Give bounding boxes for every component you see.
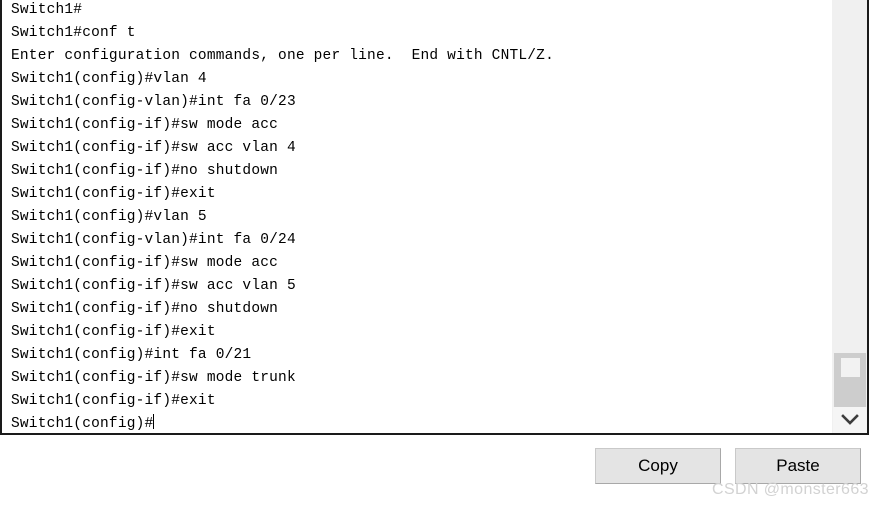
terminal-line: Switch1(config-vlan)#int fa 0/24 [11, 232, 296, 248]
watermark-text: CSDN @monster663 [712, 481, 869, 498]
terminal-line: Switch1(config-if)#exit [11, 186, 216, 202]
copy-button[interactable]: Copy [595, 448, 721, 484]
terminal-line: Switch1#conf t [11, 25, 136, 41]
scrollbar-thumb[interactable] [834, 353, 866, 413]
terminal-prompt-line[interactable]: Switch1(config)# [11, 413, 832, 433]
terminal-line: Switch1(config-if)#sw acc vlan 5 [11, 278, 296, 294]
scrollbar-track[interactable] [833, 0, 867, 407]
terminal-line: Switch1(config-if)#exit [11, 393, 216, 409]
terminal-line: Enter configuration commands, one per li… [11, 48, 554, 64]
terminal-line: Switch1(config-if)#no shutdown [11, 301, 279, 317]
terminal-line: Switch1(config-if)#sw mode acc [11, 117, 279, 133]
terminal-line: Switch1(config-if)#sw mode acc [11, 255, 279, 271]
terminal-line: Switch1(config-vlan)#int fa 0/23 [11, 94, 296, 110]
chevron-down-icon [841, 414, 859, 426]
terminal-line: Switch1# [11, 2, 83, 18]
terminal-line: Switch1(config)#int fa 0/21 [11, 347, 252, 363]
text-cursor [153, 414, 155, 429]
terminal-line: Switch1(config)#vlan 5 [11, 209, 207, 225]
terminal-line: Switch1(config-if)#sw acc vlan 4 [11, 140, 296, 156]
terminal-output-area[interactable]: Switch1# Switch1#conf t Enter configurat… [2, 0, 832, 433]
vertical-scrollbar[interactable] [832, 0, 867, 433]
scrollbar-thumb-grip [841, 358, 860, 377]
paste-button[interactable]: Paste [735, 448, 861, 484]
terminal-line: Switch1(config)#vlan 4 [11, 71, 207, 87]
terminal-line: Switch1(config-if)#no shutdown [11, 163, 279, 179]
terminal-prompt-text: Switch1(config)# [11, 416, 154, 432]
cli-terminal-window: Switch1# Switch1#conf t Enter configurat… [0, 0, 869, 435]
terminal-line: Switch1(config-if)#exit [11, 324, 216, 340]
scroll-down-button[interactable] [833, 407, 867, 433]
terminal-line: Switch1(config-if)#sw mode trunk [11, 370, 296, 386]
